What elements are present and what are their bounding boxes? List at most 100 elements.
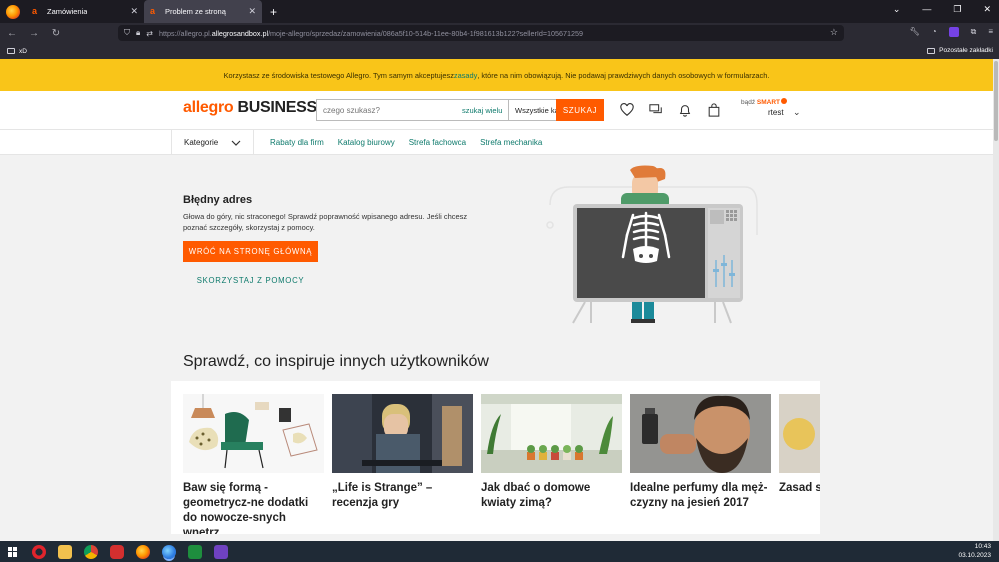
article-title: Baw się formą - geometrycz-ne dodatki do… bbox=[183, 482, 309, 534]
categories-dropdown[interactable]: Kategorie bbox=[171, 130, 254, 155]
article-title: Jak dbać o domowe kwiaty zimą? bbox=[481, 482, 591, 509]
bookmark-star-icon[interactable]: ☆ bbox=[830, 27, 838, 38]
categories-label: Kategorie bbox=[184, 138, 219, 147]
file-explorer-icon[interactable] bbox=[58, 544, 72, 559]
scrollbar-thumb[interactable] bbox=[994, 61, 998, 141]
visual-studio-icon[interactable] bbox=[214, 544, 228, 559]
articles-carousel: Baw się formą - geometrycz-ne dodatki do… bbox=[171, 381, 820, 534]
system-clock[interactable]: 10:43 03.10.2023 bbox=[958, 543, 991, 560]
smart-icon bbox=[781, 98, 788, 104]
article-card[interactable]: Zasad samoc bbox=[779, 394, 820, 496]
folder-icon bbox=[927, 47, 936, 54]
windows-start-icon[interactable] bbox=[8, 546, 18, 557]
close-icon[interactable]: ✕ bbox=[130, 6, 138, 17]
window-controls: ⌄ — ❐ ✕ bbox=[893, 4, 991, 15]
pocket-icon[interactable]: ◔ bbox=[932, 27, 937, 37]
search-bar: szukaj wielu Wszystkie kategorie SZUKAJ bbox=[316, 99, 604, 121]
error-title: Błędny adres bbox=[183, 194, 253, 206]
chevron-down-icon bbox=[231, 140, 241, 146]
bookmark-label: Pozostałe zakładki bbox=[939, 47, 993, 54]
back-to-home-button[interactable]: WRÓĆ NA STRONĘ GŁÓWNĄ bbox=[183, 241, 318, 262]
address-bar[interactable]: ⛉ 🔒︎ ⇄ https://allegro.pl.allegrosandbox… bbox=[118, 25, 844, 41]
new-tab-icon[interactable]: + bbox=[270, 5, 277, 19]
menu-icon[interactable]: ≡ bbox=[988, 27, 993, 37]
article-thumbnail bbox=[332, 394, 473, 473]
minimize-icon[interactable]: — bbox=[922, 4, 931, 15]
link-rabaty-dla-firm[interactable]: Rabaty dla firm bbox=[270, 138, 324, 147]
sheets-icon[interactable] bbox=[188, 544, 202, 559]
notice-text-after: , które na nim obowiązują. Nie podawaj p… bbox=[477, 70, 770, 80]
account-prefix: bądź bbox=[741, 99, 757, 106]
error-description: Głowa do góry, nic straconego! Sprawdź p… bbox=[183, 212, 468, 232]
browser-nav-bar: ← → ↻ ⛉ 🔒︎ ⇄ https://allegro.pl.allegros… bbox=[0, 23, 999, 43]
opera-icon[interactable] bbox=[32, 544, 46, 559]
maximize-icon[interactable]: ❐ bbox=[953, 4, 961, 15]
sandbox-notice: Korzystasz ze środowiska testowego Alleg… bbox=[0, 59, 993, 91]
firefox-icon[interactable] bbox=[6, 4, 20, 19]
link-katalog-biurowy[interactable]: Katalog biurowy bbox=[338, 138, 395, 147]
tools-icon[interactable]: 🔧︎ bbox=[910, 27, 920, 37]
rules-link[interactable]: zasady bbox=[454, 71, 477, 80]
search-many-link[interactable]: szukaj wielu bbox=[462, 100, 508, 120]
article-card[interactable]: Jak dbać o domowe kwiaty zimą? bbox=[481, 394, 622, 511]
allegro-favicon-icon: a bbox=[150, 6, 156, 16]
permissions-icon[interactable]: ⇄ bbox=[146, 29, 153, 38]
heart-icon[interactable] bbox=[620, 103, 634, 117]
forward-icon[interactable]: → bbox=[24, 28, 44, 39]
clock-date: 03.10.2023 bbox=[958, 551, 991, 559]
site-header: allegro BUSINESS szukaj wielu Wszystkie … bbox=[0, 91, 993, 129]
bookmark-folder-xd[interactable]: xD bbox=[7, 48, 27, 55]
link-strefa-fachowca[interactable]: Strefa fachowca bbox=[409, 138, 466, 147]
tab-label: Problem ze stroną bbox=[165, 7, 226, 16]
lock-icon[interactable]: 🔒︎ bbox=[136, 28, 140, 38]
article-thumbnail bbox=[630, 394, 771, 473]
chrome-icon[interactable] bbox=[84, 544, 98, 559]
search-button[interactable]: SZUKAJ bbox=[556, 99, 604, 121]
header-icons bbox=[620, 103, 721, 117]
article-card[interactable]: „Life is Strange” – recenzja gry bbox=[332, 394, 473, 511]
category-links: Rabaty dla firm Katalog biurowy Strefa f… bbox=[270, 138, 542, 147]
extensions-icon[interactable]: ⧉ bbox=[971, 27, 977, 37]
allegro-business-logo[interactable]: allegro BUSINESS bbox=[183, 99, 317, 117]
bell-icon[interactable] bbox=[678, 103, 692, 117]
smart-badge: SMART bbox=[756, 99, 781, 106]
vivaldi-icon[interactable] bbox=[110, 544, 124, 559]
shopping-bag-icon[interactable] bbox=[707, 103, 721, 117]
page-scrollbar[interactable] bbox=[993, 59, 999, 541]
messages-icon[interactable] bbox=[649, 103, 663, 117]
username: rtest bbox=[768, 108, 784, 117]
allegro-favicon-icon: a bbox=[32, 6, 38, 16]
back-icon[interactable]: ← bbox=[2, 28, 22, 39]
shield-icon[interactable]: ⛉ bbox=[124, 28, 130, 38]
tab-zamowienia[interactable]: a Zamówienia ✕ bbox=[26, 0, 144, 23]
bookmarks-bar: xD Pozostałe zakładki bbox=[0, 43, 999, 59]
tab-problem-ze-strona[interactable]: a Problem ze stroną ✕ bbox=[144, 0, 262, 23]
category-nav: Kategorie Rabaty dla firm Katalog biurow… bbox=[0, 129, 993, 155]
other-bookmarks[interactable]: Pozostałe zakładki bbox=[927, 47, 993, 54]
close-icon[interactable]: ✕ bbox=[248, 6, 256, 17]
link-strefa-mechanika[interactable]: Strefa mechanika bbox=[480, 138, 542, 147]
firefox-dev-icon[interactable] bbox=[162, 544, 176, 559]
folder-icon bbox=[7, 48, 15, 54]
account-menu[interactable]: bądź SMART rtest ⌄ bbox=[741, 98, 801, 117]
firefox-icon[interactable] bbox=[136, 544, 150, 559]
clock-time: 10:43 bbox=[974, 543, 991, 550]
help-button[interactable]: SKORZYSTAJ Z POMOCY bbox=[183, 270, 318, 291]
article-card[interactable]: Baw się formą - geometrycz-ne dodatki do… bbox=[183, 394, 324, 534]
windows-taskbar: 10:43 03.10.2023 bbox=[0, 541, 999, 562]
search-input[interactable] bbox=[317, 100, 462, 120]
close-window-icon[interactable]: ✕ bbox=[983, 4, 991, 15]
article-thumbnail bbox=[481, 394, 622, 473]
article-title: Zasad samoc bbox=[779, 482, 820, 494]
chevron-down-icon: ⌄ bbox=[793, 107, 801, 117]
inspiration-title: Sprawdź, co inspiruje innych użytkownikó… bbox=[183, 353, 489, 370]
browser-tab-bar: a Zamówienia ✕ a Problem ze stroną ✕ + ⌄… bbox=[0, 0, 999, 23]
reload-icon[interactable]: ↻ bbox=[46, 28, 66, 39]
tab-list-icon[interactable]: ⌄ bbox=[893, 4, 901, 15]
bookmark-label: xD bbox=[19, 47, 27, 55]
article-title: „Life is Strange” – recenzja gry bbox=[332, 482, 433, 509]
xray-illustration bbox=[546, 165, 758, 324]
article-card[interactable]: Idealne perfumy dla męż-czyzny na jesień… bbox=[630, 394, 771, 511]
extension-icon[interactable] bbox=[948, 27, 959, 37]
article-thumbnail bbox=[183, 394, 324, 473]
